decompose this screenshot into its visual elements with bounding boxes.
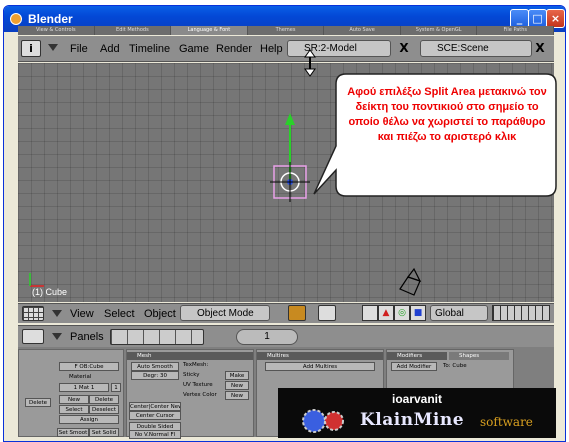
manipulator-hand-icon[interactable] (362, 305, 378, 321)
window-type-grid-icon[interactable] (22, 306, 44, 321)
mode-select-value: Object Mode (197, 308, 254, 319)
vertex-color-label: Vertex Color (183, 392, 217, 398)
layer-buttons[interactable] (492, 305, 550, 321)
delete-material-button[interactable]: Delete (89, 395, 119, 404)
material-index-field[interactable]: 1 Mat 1 (59, 383, 109, 392)
watermark-suffix: software (480, 415, 533, 429)
material-count-field[interactable]: 1 (111, 383, 121, 392)
select-button[interactable]: Select (59, 405, 89, 414)
sticky-label: Sticky (183, 372, 200, 378)
panels-collapse-triangle-icon[interactable] (52, 333, 62, 340)
panels-label: Panels (70, 331, 104, 343)
3d-view-header: View Select Object Object Mode ▲ ◎ ■ Glo… (18, 303, 554, 323)
add-multires-button[interactable]: Add Multires (265, 362, 375, 371)
assign-button[interactable]: Assign (59, 415, 119, 424)
auto-smooth-toggle[interactable]: Auto Smooth (131, 362, 179, 371)
delete-button[interactable]: Delete (25, 398, 51, 407)
watermark-logo: ioarvanit KlainMine software (278, 388, 556, 438)
link-materials-panel: F OB:Cube Material 1 Mat 1 1 Delete New … (18, 349, 124, 437)
object-name-field[interactable]: F OB:Cube (59, 362, 119, 371)
annotation-text: Αφού επιλέξω Split Area μετακινώ τον δεί… (347, 86, 547, 143)
rotate-icon[interactable]: ◎ (394, 305, 410, 321)
center-cursor-button[interactable]: Center Cursor (129, 411, 181, 420)
uv-texture-new-button[interactable]: New (225, 381, 249, 390)
no-vnormal-flip-toggle[interactable]: No V.Normal Fl (129, 430, 181, 439)
mode-select[interactable]: Object Mode (180, 305, 270, 321)
scale-icon[interactable]: ■ (410, 305, 426, 321)
modifiers-tab[interactable]: Modifiers (387, 352, 447, 360)
resize-cursor-icon (304, 49, 316, 77)
orientation-select[interactable]: Global (430, 305, 488, 321)
watermark-name: ioarvanit (391, 392, 442, 406)
degr-field[interactable]: Degr: 30 (131, 371, 179, 380)
frame-value: 1 (264, 331, 270, 342)
multires-panel-title[interactable]: Multires (257, 352, 383, 360)
center-new-button[interactable]: Center|Center New (129, 402, 181, 411)
deselect-button[interactable]: Deselect (89, 405, 119, 414)
orientation-select-value: Global (435, 308, 464, 319)
pivot-icon[interactable] (318, 305, 336, 321)
buttons-window-header: Panels 1 (18, 325, 554, 347)
mesh-panel-title[interactable]: Mesh (127, 352, 253, 360)
sticky-make-button[interactable]: Make (225, 371, 249, 380)
uv-texture-label: UV Texture (183, 382, 213, 388)
header-collapse-triangle-icon[interactable] (52, 310, 62, 317)
menu-object[interactable]: Object (144, 308, 176, 320)
mesh-panel: Mesh Auto Smooth Degr: 30 TexMesh: Stick… (126, 349, 254, 439)
shapes-tab[interactable]: Shapes (449, 352, 509, 360)
texmesh-label: TexMesh: (183, 362, 209, 368)
translate-icon[interactable]: ▲ (378, 305, 394, 321)
draw-type-icon[interactable] (288, 305, 306, 321)
buttons-window-type-icon[interactable] (22, 329, 44, 344)
watermark-brand: KlainMine (360, 410, 465, 430)
menu-view[interactable]: View (70, 308, 94, 320)
set-solid-button[interactable]: Set Solid (89, 428, 119, 437)
menu-select[interactable]: Select (104, 308, 135, 320)
add-modifier-button[interactable]: Add Modifier (391, 362, 437, 371)
modifier-target-label: To: Cube (443, 363, 467, 369)
material-label: Material (69, 374, 92, 380)
context-buttons[interactable] (110, 329, 204, 345)
set-smooth-button[interactable]: Set Smoot (57, 428, 89, 437)
new-button[interactable]: New (59, 395, 89, 404)
vertex-color-new-button[interactable]: New (225, 391, 249, 400)
frame-field[interactable]: 1 (236, 329, 298, 345)
